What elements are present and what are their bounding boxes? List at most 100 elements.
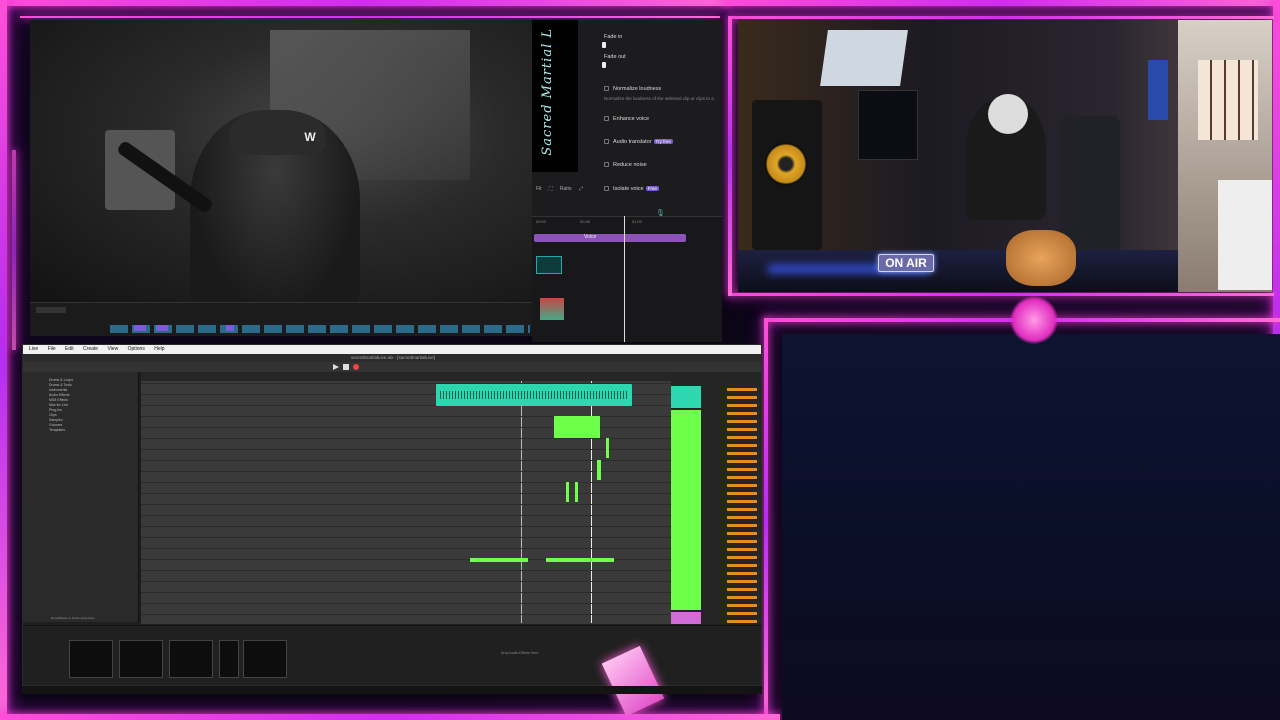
- checkbox-icon: [604, 162, 609, 168]
- timecode: 00:00: [536, 219, 547, 224]
- clip-thumbnail[interactable]: [536, 256, 562, 274]
- track-divider: [141, 504, 671, 505]
- track-divider: [141, 581, 671, 582]
- daw-window: Live File Edit Create View Options Help …: [22, 344, 762, 686]
- cat: [1006, 230, 1076, 286]
- mixer-panel: [671, 372, 761, 624]
- editor-track-strip: [30, 302, 532, 336]
- track-header-teal[interactable]: [671, 386, 701, 408]
- track-header-green[interactable]: [671, 410, 701, 610]
- midi-clip[interactable]: [597, 460, 601, 480]
- webcam-studio: ON AIR: [738, 20, 1272, 292]
- timecode: 00:30: [580, 219, 591, 224]
- empty-panel: [782, 334, 1280, 720]
- frame-cam2-top: [730, 16, 1274, 19]
- midi-clip[interactable]: [546, 558, 614, 562]
- stop-icon[interactable]: [343, 364, 349, 370]
- studio-monitor-screen: [820, 30, 908, 86]
- fit-button[interactable]: Fit: [536, 186, 542, 192]
- fade-in-label: Fade in: [604, 34, 623, 40]
- mac-menubar: Live File Edit Create View Options Help: [23, 345, 761, 354]
- track-divider: [141, 570, 671, 571]
- track-buttons[interactable]: [727, 388, 757, 624]
- play-icon[interactable]: [333, 364, 339, 370]
- browser-panel: Drums & Loops Drums & Tools Instruments …: [23, 372, 139, 622]
- menu-create[interactable]: Create: [83, 346, 98, 352]
- audio-clip[interactable]: [436, 384, 632, 406]
- strip-controls[interactable]: [36, 307, 66, 313]
- menu-live[interactable]: Live: [29, 346, 38, 352]
- blue-light: [1148, 60, 1168, 120]
- track-divider: [141, 438, 671, 439]
- screen-2: [858, 90, 918, 160]
- drop-hint: Drop Effects or Instruments Here: [51, 616, 95, 620]
- browser-item[interactable]: Templates: [49, 428, 73, 433]
- track-divider: [141, 493, 671, 494]
- editor-playhead[interactable]: [624, 216, 625, 342]
- menu-options[interactable]: Options: [128, 346, 145, 352]
- ratio-button[interactable]: Ratio: [560, 186, 572, 192]
- menu-help[interactable]: Help: [154, 346, 164, 352]
- fade-in-slider[interactable]: [602, 42, 606, 48]
- enhance-toggle[interactable]: Enhance voice: [604, 116, 649, 122]
- track-divider: [141, 592, 671, 593]
- midi-clip[interactable]: [566, 482, 569, 502]
- device-slot[interactable]: [169, 640, 213, 678]
- frame-left-inner: [12, 150, 16, 350]
- reduce-noise-toggle[interactable]: Reduce noise: [604, 162, 647, 168]
- arrangement-ruler[interactable]: [141, 372, 671, 381]
- marker[interactable]: [156, 325, 168, 331]
- checkbox-icon: [604, 116, 609, 122]
- speaker-cone: [764, 142, 808, 186]
- frame-top-right: [724, 0, 1280, 6]
- checkbox-icon: [604, 139, 609, 145]
- menu-file[interactable]: File: [48, 346, 56, 352]
- expand-icon[interactable]: ⤢: [579, 186, 583, 192]
- mic-icon[interactable]: 🎙: [656, 209, 665, 217]
- record-icon[interactable]: [353, 364, 359, 370]
- frame-cam2-bottom: [730, 293, 1274, 296]
- menu-edit[interactable]: Edit: [65, 346, 74, 352]
- normalize-description: Normalize the loudness of the selected c…: [604, 96, 714, 101]
- fade-out-label: Fade out: [604, 54, 626, 60]
- checkbox-icon: [604, 186, 609, 192]
- midi-clip[interactable]: [470, 558, 528, 562]
- fade-out-slider[interactable]: [602, 62, 606, 68]
- loop-marker[interactable]: [521, 381, 522, 623]
- clip-thumbnail[interactable]: [540, 298, 564, 320]
- glow-orb: [1010, 296, 1058, 344]
- frame-top-left: [0, 0, 730, 6]
- normalize-toggle[interactable]: Normalize loudness: [604, 86, 661, 92]
- marker[interactable]: [134, 325, 146, 331]
- bottom-bar: [22, 686, 762, 694]
- device-slot[interactable]: [69, 640, 113, 678]
- checkbox-icon: [604, 86, 609, 92]
- device-slot[interactable]: [119, 640, 163, 678]
- track-divider: [141, 460, 671, 461]
- midi-clip[interactable]: [606, 438, 609, 458]
- waveform: [440, 391, 628, 399]
- voice-clip[interactable]: [534, 234, 686, 242]
- hat-logo: W: [304, 130, 316, 144]
- browser-list: Drums & Loops Drums & Tools Instruments …: [49, 378, 73, 433]
- isolate-voice-toggle[interactable]: Isolate voice Free: [604, 186, 659, 192]
- on-air-sign: ON AIR: [878, 254, 934, 272]
- marker[interactable]: [226, 325, 234, 331]
- subtitle-track[interactable]: [110, 325, 530, 333]
- fullscreen-icon[interactable]: ⛶: [549, 186, 553, 192]
- preview-title: Sacred Martial L: [540, 28, 555, 156]
- device-slot[interactable]: [219, 640, 239, 678]
- menu-view[interactable]: View: [107, 346, 118, 352]
- track-divider: [141, 515, 671, 516]
- track-divider: [141, 614, 671, 615]
- track-divider: [141, 548, 671, 549]
- track-divider: [141, 482, 671, 483]
- midi-clip[interactable]: [575, 482, 578, 502]
- device-slot[interactable]: [243, 640, 287, 678]
- track-header-pink[interactable]: [671, 612, 701, 624]
- daw-title: sacredmartialLive.als - [sacredmartialLi…: [23, 354, 761, 362]
- midi-clip[interactable]: [554, 416, 600, 438]
- translator-toggle[interactable]: Audio translator Try free: [604, 139, 673, 145]
- shelf: [1218, 180, 1272, 290]
- track-divider: [141, 471, 671, 472]
